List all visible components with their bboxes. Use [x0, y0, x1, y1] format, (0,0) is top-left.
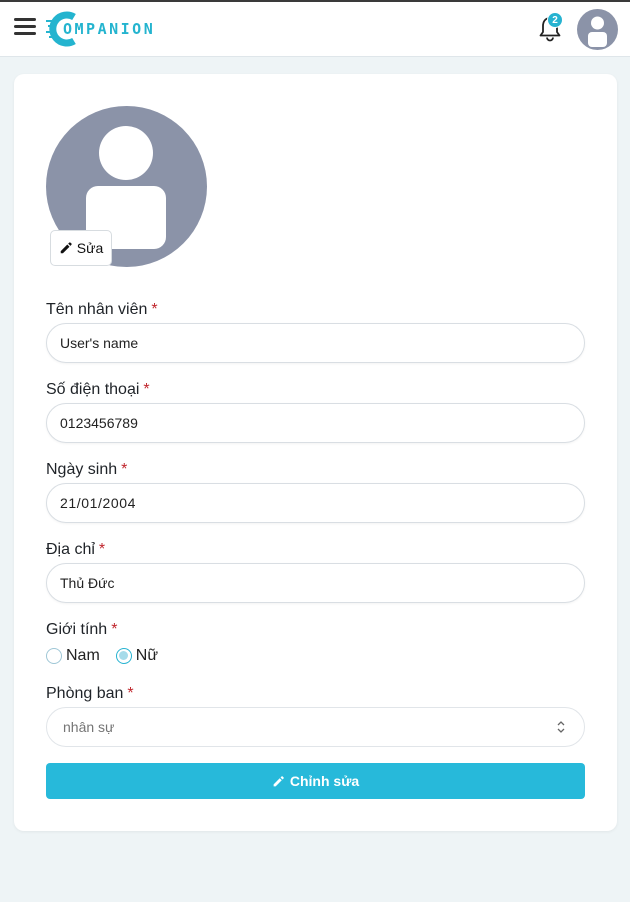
required-mark: * [98, 541, 106, 558]
birthday-label: Ngày sinh * [46, 461, 127, 479]
edit-avatar-button[interactable]: Sửa [50, 230, 112, 266]
address-input[interactable]: Thủ Đức [46, 563, 585, 603]
phone-label: Số điện thoại * [46, 381, 150, 399]
phone-label-text: Số điện thoại [46, 381, 140, 398]
birthday-label-text: Ngày sinh [46, 461, 118, 478]
radio-circle-checked[interactable] [115, 648, 132, 664]
name-input[interactable]: User's name [46, 323, 585, 363]
required-mark: * [127, 685, 134, 702]
department-select-value: nhân sự [63, 719, 115, 735]
gender-label: Giới tính * [46, 621, 117, 639]
gender-radio-nam[interactable]: Nam [46, 647, 100, 665]
edit-submit-label: Chỉnh sửa [289, 773, 360, 789]
address-label: Địa chỉ * [46, 541, 105, 559]
pencil-icon [60, 242, 72, 254]
gender-option-label: Nam [66, 647, 100, 664]
radio-circle[interactable] [46, 648, 62, 664]
department-label-text: Phòng ban [46, 685, 124, 702]
department-label: Phòng ban * [46, 685, 134, 703]
address-label-text: Địa chỉ [46, 541, 95, 558]
menu-icon[interactable] [14, 17, 36, 37]
required-mark: * [143, 381, 150, 398]
notification-badge: 2 [547, 12, 563, 28]
required-mark: * [121, 461, 128, 478]
logo-text: OMPANION [63, 20, 156, 38]
gender-radio-nu[interactable]: Nữ [115, 647, 159, 665]
top-navbar: OMPANION 2 [0, 2, 630, 57]
department-select[interactable]: nhân sự [46, 707, 585, 747]
phone-input[interactable]: 0123456789 [46, 403, 585, 443]
required-mark: * [111, 621, 118, 638]
pencil-icon [273, 775, 284, 786]
gender-option-label: Nữ [135, 647, 159, 664]
edit-avatar-label: Sửa [76, 240, 104, 256]
profile-card: Sửa Tên nhân viên * User's name Số điện t… [14, 74, 617, 831]
companion-logo[interactable]: OMPANION [46, 11, 170, 47]
edit-submit-button[interactable]: Chỉnh sửa [46, 763, 585, 799]
gender-radio-group: Nam Nữ [46, 646, 174, 666]
gender-label-text: Giới tính [46, 621, 108, 638]
user-avatar[interactable] [577, 9, 618, 50]
name-label-text: Tên nhân viên [46, 301, 148, 318]
chevron-up-down-icon [557, 721, 565, 733]
name-label: Tên nhân viên * [46, 301, 158, 319]
birthday-input[interactable]: 21/01/2004 [46, 483, 585, 523]
required-mark: * [151, 301, 158, 318]
